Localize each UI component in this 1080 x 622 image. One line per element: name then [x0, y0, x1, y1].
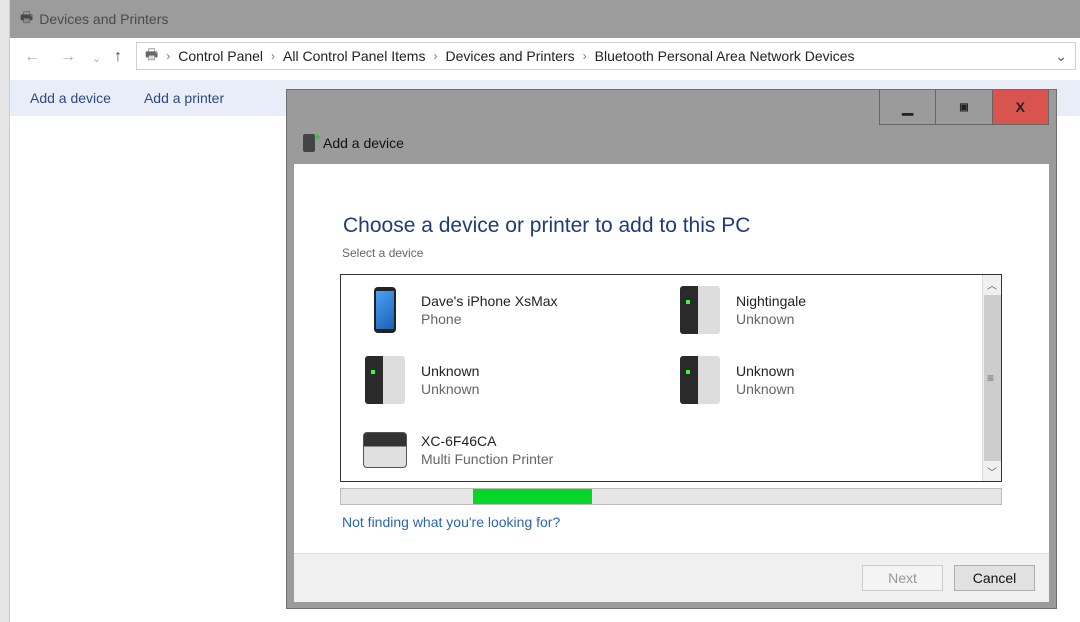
- page-heading: Choose a device or printer to add to thi…: [343, 214, 751, 237]
- progress-fill: [473, 489, 592, 504]
- computer-tower-icon: [678, 355, 722, 405]
- add-device-dialog: ▁ ▣ X + Add a device Choose a device or …: [286, 89, 1057, 609]
- dialog-title-text: Add a device: [323, 135, 404, 151]
- window-title: Devices and Printers: [39, 11, 169, 27]
- breadcrumb-devices-printers[interactable]: Devices and Printers: [445, 48, 574, 64]
- add-device-icon: +: [303, 130, 321, 152]
- minimize-button[interactable]: ▁: [880, 90, 935, 124]
- vertical-scrollbar[interactable]: ︿ ≡ ﹀: [982, 275, 1001, 481]
- device-type: Unknown: [736, 311, 795, 327]
- devices-printers-icon: 🖶: [20, 9, 34, 25]
- dialog-content: Choose a device or printer to add to thi…: [294, 164, 1049, 602]
- next-button[interactable]: Next: [862, 565, 943, 591]
- breadcrumb-all-items[interactable]: All Control Panel Items: [283, 48, 425, 64]
- device-list[interactable]: Dave's iPhone XsMax Phone Nightingale Unkn…: [340, 274, 1002, 482]
- search-progress-bar: [340, 488, 1002, 505]
- device-item[interactable]: Unknown Unknown: [363, 355, 653, 405]
- grip-icon: ≡: [987, 371, 995, 385]
- dialog-footer: Next Cancel: [294, 553, 1049, 602]
- device-name: Dave's iPhone XsMax: [421, 293, 558, 309]
- explorer-title-bar: 🖶 Devices and Printers: [10, 0, 1080, 38]
- device-item[interactable]: Dave's iPhone XsMax Phone: [363, 285, 653, 335]
- breadcrumb-bluetooth-pan[interactable]: Bluetooth Personal Area Network Devices: [595, 48, 855, 64]
- printer-icon: [363, 425, 407, 475]
- device-type: Phone: [421, 311, 462, 327]
- scrollbar-thumb[interactable]: ≡: [984, 295, 1001, 461]
- phone-icon: [363, 285, 407, 335]
- device-item[interactable]: Unknown Unknown: [678, 355, 968, 405]
- dialog-title: + Add a device: [303, 130, 404, 152]
- add-printer-command[interactable]: Add a printer: [144, 90, 224, 106]
- scroll-up-icon[interactable]: ︿: [987, 277, 997, 292]
- control-panel-icon: 🖶: [145, 46, 159, 62]
- maximize-button[interactable]: ▣: [935, 90, 991, 124]
- device-item[interactable]: Nightingale Unknown: [678, 285, 968, 335]
- computer-tower-icon: [363, 355, 407, 405]
- device-type: Unknown: [421, 381, 480, 397]
- dropdown-chevron-icon[interactable]: ⌄: [1055, 48, 1067, 65]
- device-name: XC-6F46CA: [421, 433, 497, 449]
- device-type: Unknown: [736, 381, 795, 397]
- add-device-command[interactable]: Add a device: [30, 90, 111, 106]
- window-controls: ▁ ▣ X: [879, 90, 1049, 125]
- back-arrow-icon[interactable]: ←: [24, 48, 40, 66]
- not-finding-link[interactable]: Not finding what you're looking for?: [342, 514, 560, 530]
- device-item[interactable]: XC-6F46CA Multi Function Printer: [363, 425, 653, 475]
- device-name: Unknown: [736, 363, 795, 379]
- close-button[interactable]: X: [991, 90, 1048, 124]
- computer-tower-icon: [678, 285, 722, 335]
- cancel-button[interactable]: Cancel: [954, 565, 1035, 591]
- up-arrow-icon[interactable]: ↑: [114, 48, 122, 66]
- breadcrumb-control-panel[interactable]: Control Panel: [178, 48, 263, 64]
- recent-chevron-icon[interactable]: ⌄: [92, 52, 101, 65]
- device-type: Multi Function Printer: [421, 451, 554, 467]
- desktop-edge: [0, 0, 10, 622]
- forward-arrow-icon[interactable]: →: [60, 48, 76, 66]
- address-bar[interactable]: 🖶 › Control Panel › All Control Panel Item…: [136, 42, 1076, 70]
- device-name: Nightingale: [736, 293, 807, 309]
- select-device-label: Select a device: [342, 246, 424, 260]
- scroll-down-icon[interactable]: ﹀: [987, 464, 997, 479]
- device-name: Unknown: [421, 363, 480, 379]
